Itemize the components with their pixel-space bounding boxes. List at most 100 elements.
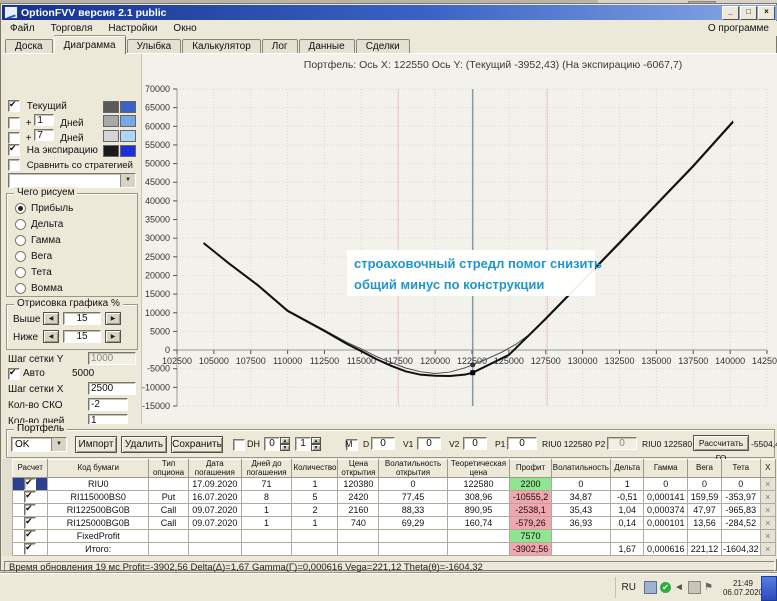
column-header[interactable]: Дней допогашения (241, 460, 292, 478)
import-button[interactable]: Импорт (75, 436, 117, 453)
dh-spinner-1[interactable]: 0 ▲ ▼ (264, 437, 290, 451)
table-row[interactable]: FixedProfit7570× (13, 530, 776, 543)
menu-about[interactable]: О программе (700, 22, 777, 35)
row-delete-button[interactable]: × (760, 478, 775, 491)
antivirus-icon[interactable]: ✔ (660, 582, 671, 593)
column-header[interactable]: Ценаоткрытия (338, 460, 379, 478)
tab-лог[interactable]: Лог (262, 39, 298, 54)
table-cell-calc[interactable] (13, 543, 48, 556)
dh-spinner-1-value[interactable]: 0 (264, 437, 280, 451)
column-header[interactable]: X (760, 460, 775, 478)
table-row[interactable]: RI115000BS0Put16.07.202085242077,45308,9… (13, 491, 776, 504)
column-header[interactable]: Вега (687, 460, 721, 478)
table-row[interactable]: RI125000BG0BCall09.07.20201174069,29160,… (13, 517, 776, 530)
range-below-decrease-button[interactable]: ◀ (43, 330, 59, 343)
column-header[interactable]: Профит (510, 460, 551, 478)
save-button[interactable]: Сохранить (171, 436, 223, 453)
sko-count-input[interactable]: -2 (88, 398, 128, 411)
close-button[interactable]: × (758, 6, 775, 20)
plus1-color-swatch-1[interactable] (103, 115, 119, 127)
radio-тета[interactable] (15, 267, 26, 278)
dh-checkbox[interactable] (233, 439, 245, 451)
row-enabled-checkbox[interactable] (24, 517, 36, 529)
current-checkbox[interactable] (8, 100, 20, 112)
column-header[interactable]: Волатильность (551, 460, 610, 478)
radio-дельта[interactable] (15, 219, 26, 230)
column-header[interactable]: Количество (292, 460, 338, 478)
clock[interactable]: 21:49 06.07.2020 (723, 579, 763, 597)
dh-spinner-2-value[interactable]: 1 (295, 437, 311, 451)
column-header[interactable]: Тета (722, 460, 761, 478)
grid-x-input[interactable]: 2500 (88, 382, 136, 395)
column-header[interactable]: Расчет (13, 460, 48, 478)
column-header[interactable]: Теоретическаяцена (447, 460, 510, 478)
row-enabled-checkbox[interactable] (24, 491, 36, 503)
grid-y-input[interactable]: 1000 (88, 352, 136, 365)
column-header[interactable]: Типопциона (149, 460, 189, 478)
strategy-combobox[interactable]: ▼ (8, 173, 136, 188)
v1-input[interactable]: 0 (417, 437, 441, 450)
column-header[interactable]: Датапогашения (189, 460, 242, 478)
pnl-chart[interactable]: 7000065000600005500050000450004000035000… (142, 54, 777, 424)
tab-диаграмма[interactable]: Диаграмма (54, 36, 126, 54)
menu-trading[interactable]: Торговля (43, 22, 101, 35)
row-delete-button[interactable]: × (760, 491, 775, 504)
menu-window[interactable]: Окно (165, 22, 204, 35)
row-delete-button[interactable]: × (760, 543, 775, 556)
display-icon[interactable] (644, 581, 657, 594)
plus1-color-swatch-2[interactable] (120, 115, 136, 127)
row-delete-button[interactable]: × (760, 504, 775, 517)
row-enabled-checkbox[interactable] (24, 478, 36, 490)
expiration-color-swatch-1[interactable] (103, 145, 119, 157)
tab-улыбка[interactable]: Улыбка (127, 39, 182, 54)
radio-прибыль[interactable] (15, 203, 26, 214)
tab-сделки[interactable]: Сделки (356, 39, 410, 54)
table-cell-calc[interactable] (13, 478, 48, 491)
portfolio-preset-combobox[interactable]: OK ▼ (11, 437, 67, 452)
range-below-increase-button[interactable]: ▶ (105, 330, 121, 343)
column-header[interactable]: Код бумаги (48, 460, 149, 478)
table-row[interactable]: RIU017.09.20207111203800122580220001000× (13, 478, 776, 491)
table-cell-calc[interactable] (13, 517, 48, 530)
spinner-down-icon[interactable]: ▼ (311, 444, 321, 451)
taskbar-widget[interactable] (761, 576, 777, 601)
spinner-down-icon[interactable]: ▼ (280, 444, 290, 451)
p1-input[interactable]: 0 (507, 437, 537, 450)
minimize-button[interactable]: _ (722, 6, 739, 20)
maximize-button[interactable]: □ (740, 6, 757, 20)
p2-input[interactable]: 0 (607, 437, 637, 450)
volume-icon[interactable]: ◄ (674, 582, 685, 593)
radio-вомма[interactable] (15, 283, 26, 294)
tab-доска[interactable]: Доска (5, 39, 53, 54)
column-header[interactable]: Волатильностьоткрытия (379, 460, 447, 478)
spinner-up-icon[interactable]: ▲ (311, 437, 321, 444)
range-below-input[interactable]: 15 (63, 330, 101, 343)
flag-icon[interactable]: ⚑ (704, 582, 715, 593)
taskbar[interactable]: RU ✔ ◄ ⚑ 21:49 06.07.2020 (0, 573, 777, 601)
plus7-color-swatch-2[interactable] (120, 130, 136, 142)
spinner-up-icon[interactable]: ▲ (280, 437, 290, 444)
compare-strategy-checkbox[interactable] (8, 159, 20, 171)
table-row[interactable]: Итого:-3902,561,670,000616221,12-1604,32… (13, 543, 776, 556)
dh-spinner-2[interactable]: 1 ▲ ▼ (295, 437, 321, 451)
network-icon[interactable] (688, 581, 701, 594)
auto-grid-checkbox[interactable] (8, 368, 20, 380)
expiration-checkbox[interactable] (8, 144, 20, 156)
d-input[interactable]: 0 (371, 437, 395, 450)
menu-settings[interactable]: Настройки (100, 22, 165, 35)
plus7-days-input[interactable]: 7 (34, 129, 54, 141)
chevron-down-icon[interactable]: ▼ (120, 174, 135, 187)
radio-вега[interactable] (15, 251, 26, 262)
row-delete-button[interactable]: × (760, 517, 775, 530)
menu-file[interactable]: Файл (2, 22, 43, 35)
row-enabled-checkbox[interactable] (24, 543, 36, 555)
range-above-input[interactable]: 15 (63, 312, 101, 325)
plus1-checkbox[interactable] (8, 117, 20, 129)
table-cell-calc[interactable] (13, 530, 48, 543)
plus1-days-input[interactable]: 1 (34, 114, 54, 126)
expiration-color-swatch-2[interactable] (120, 145, 136, 157)
row-enabled-checkbox[interactable] (24, 530, 36, 542)
language-indicator[interactable]: RU (622, 582, 636, 593)
range-above-increase-button[interactable]: ▶ (105, 312, 121, 325)
current-color-swatch-2[interactable] (120, 101, 136, 113)
